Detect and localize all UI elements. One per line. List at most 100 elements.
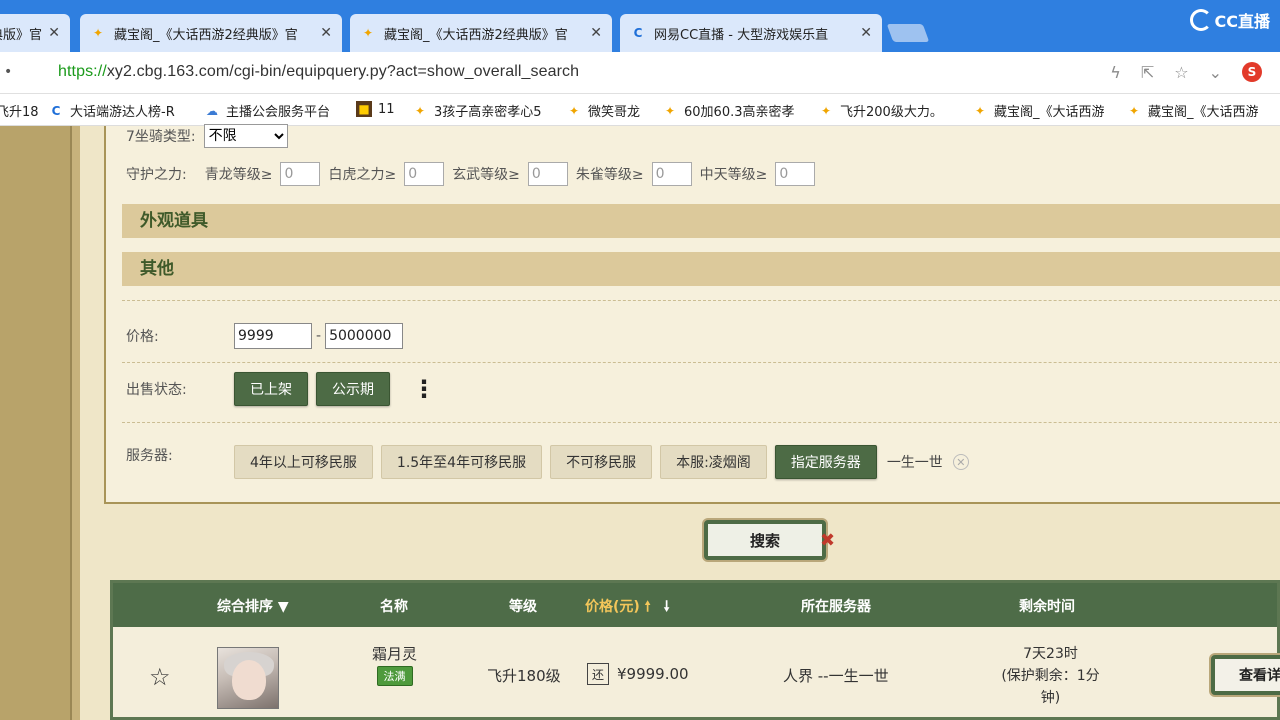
zhuque-input[interactable] — [651, 162, 692, 186]
server-header: 所在服务器 — [801, 599, 871, 615]
bookmarks-bar: 飞升18 C 大话端游达人榜-R ☁ 主播公会服务平台 ■ 11 ✦ 3孩子高亲密孝心5… — [0, 94, 1280, 126]
arrow-up-icon[interactable]: 🠕 — [645, 599, 651, 615]
xuanwu-input[interactable] — [527, 162, 568, 186]
item-level: 飞升180级 — [487, 667, 561, 685]
guard-power-label: 守护之力: — [126, 167, 187, 183]
favorite-star-icon[interactable]: ☆ — [149, 663, 171, 691]
chick-icon: ✦ — [1128, 103, 1140, 118]
bookmark-9[interactable]: ✦ 藏宝阁_《大话西游 — [1126, 101, 1259, 121]
browser-tab-2[interactable]: ✦ 藏宝阁_《大话西游2经典版》官 ✕ — [350, 14, 612, 52]
sort-header[interactable]: 综合排序 ▼ — [217, 596, 289, 616]
bookmark-6[interactable]: ✦ 60加60.3高亲密孝 — [662, 101, 795, 121]
chick-icon: ✦ — [664, 103, 676, 118]
bookmark-4[interactable]: ✦ 3孩子高亲密孝心5 — [412, 101, 542, 121]
server-option-no-migrate[interactable]: 不可移民服 — [550, 445, 653, 479]
bookmark-label: 藏宝阁_《大话西游 — [1148, 105, 1259, 120]
chick-icon: ✦ — [820, 103, 832, 118]
more-icon[interactable]: ⋮ — [412, 375, 436, 403]
bookmark-label: 藏宝阁_《大话西游 — [994, 105, 1105, 120]
xuanwu-label: 玄武等级≥ — [452, 167, 520, 183]
browser-tab-0[interactable]: 典版》官 ✕ — [0, 14, 70, 52]
tab-title: 典版》官 — [0, 27, 43, 43]
url-field[interactable]: https://xy2.cbg.163.com/cgi-bin/equipque… — [58, 63, 579, 81]
qinglong-label: 青龙等级≥ — [204, 167, 273, 183]
bookmark-label: 11 — [378, 101, 395, 117]
section-appearance[interactable]: 外观道具 — [122, 204, 1280, 238]
close-icon[interactable]: ✕ — [860, 25, 872, 41]
mount-type-select[interactable]: 不限 — [203, 124, 288, 148]
haggle-icon[interactable]: 还 — [587, 663, 609, 685]
item-badge: 法满 — [376, 666, 413, 686]
cc-logo-icon — [1189, 9, 1212, 31]
mount-type-label: 7坐骑类型: — [126, 129, 196, 145]
bookmark-label: 飞升18 — [0, 105, 39, 120]
clear-server-icon[interactable]: ✕ — [952, 454, 969, 470]
nav-dot-icon[interactable]: • — [4, 64, 12, 80]
status-listed-button[interactable]: 已上架 — [234, 372, 308, 406]
bookmark-1[interactable]: C 大话端游达人榜-R — [48, 101, 175, 121]
server-option-local[interactable]: 本服:凌烟阁 — [660, 445, 767, 479]
section-other[interactable]: 其他 — [122, 252, 1280, 286]
price-header[interactable]: 价格(元) 🠕 🠗 — [585, 596, 670, 620]
baihu-label: 白虎之力≥ — [328, 167, 397, 183]
view-details-button[interactable]: 查看详情 — [1211, 655, 1280, 695]
bookmark-5[interactable]: ✦ 微笑哥龙 — [566, 101, 640, 121]
sale-status-label: 出售状态: — [126, 382, 187, 398]
server-option-1-5yr[interactable]: 1.5年至4年可移民服 — [380, 445, 543, 479]
item-name[interactable]: 霜月灵 — [372, 643, 417, 664]
cursor-icon: ✖ — [820, 530, 836, 551]
qinglong-input[interactable] — [280, 162, 321, 186]
browser-tabbar: 典版》官 ✕ ✦ 藏宝阁_《大话西游2经典版》官 ✕ ✦ 藏宝阁_《大话西游2经… — [0, 0, 1280, 52]
zhongtian-input[interactable] — [775, 162, 816, 186]
cc-icon: C — [633, 26, 643, 40]
close-icon[interactable]: ✕ — [590, 25, 602, 41]
mount-type-row: 7坐骑类型: 不限 — [126, 124, 288, 148]
server-option-4yr[interactable]: 4年以上可移民服 — [234, 445, 373, 479]
close-icon[interactable]: ✕ — [320, 25, 332, 41]
left-decor-panel — [0, 126, 72, 720]
share-icon[interactable]: ⇱ — [1141, 63, 1154, 82]
bookmark-8[interactable]: ✦ 藏宝阁_《大话西游 — [972, 101, 1105, 121]
bookmark-0[interactable]: 飞升18 — [0, 101, 39, 120]
bookmark-3[interactable]: ■ 11 — [356, 101, 395, 117]
address-bar: • https://xy2.cbg.163.com/cgi-bin/equipq… — [0, 52, 1280, 94]
price-max-input[interactable] — [325, 323, 404, 349]
price-row: 价格: - — [126, 323, 404, 349]
divider — [122, 422, 1280, 423]
sogou-icon[interactable]: S — [1242, 62, 1262, 82]
bookmark-label: 大话端游达人榜-R — [70, 105, 175, 120]
arrow-down-icon[interactable]: 🠗 — [664, 599, 670, 615]
cloud-icon: ☁ — [206, 103, 218, 118]
bookmark-7[interactable]: ✦ 飞升200级大力。 — [818, 101, 943, 121]
browser-tab-1[interactable]: ✦ 藏宝阁_《大话西游2经典版》官 ✕ — [80, 14, 342, 52]
bookmark-label: 60加60.3高亲密孝 — [684, 105, 795, 120]
url-scheme: https:// — [58, 63, 107, 80]
bookmark-2[interactable]: ☁ 主播公会服务平台 — [204, 101, 330, 121]
new-tab-button[interactable] — [886, 24, 930, 42]
item-server: 人界 --一生一世 — [783, 667, 889, 685]
avatar[interactable] — [217, 647, 279, 709]
close-icon[interactable]: ✕ — [48, 25, 60, 41]
tab-title: 藏宝阁_《大话西游2经典版》官 — [114, 27, 298, 43]
table-row: ☆ 霜月灵 法满 飞升180级 还 ¥9999.00 人界 --一生一世 7天2… — [113, 627, 1280, 720]
status-public-button[interactable]: 公示期 — [316, 372, 390, 406]
item-badge-wrap: 法满 — [372, 666, 417, 686]
bookmark-star-icon[interactable]: ☆ — [1174, 63, 1188, 82]
browser-tab-3[interactable]: C 网易CC直播 - 大型游戏娱乐直 ✕ — [620, 14, 882, 52]
item-remaining: 7天23时 (保护剩余：1分 钟) — [993, 643, 1108, 709]
bookmark-label: 3孩子高亲密孝心5 — [434, 105, 542, 120]
search-button[interactable]: 搜索 — [704, 520, 826, 560]
remaining-header: 剩余时间 — [1019, 599, 1075, 615]
item-price: ¥9999.00 — [617, 665, 689, 683]
remaining-time: 7天23时 — [1023, 646, 1078, 662]
baihu-input[interactable] — [404, 162, 445, 186]
sort-header-label: 综合排序 — [217, 599, 273, 615]
page-body: 7坐骑类型: 不限 守护之力: 青龙等级≥ 白虎之力≥ 玄武等级≥ 朱雀等级≥ … — [0, 124, 1280, 720]
lightning-icon[interactable]: ϟ — [1110, 63, 1121, 82]
server-option-specific[interactable]: 指定服务器 — [774, 445, 877, 479]
chevron-down-icon[interactable]: ⌄ — [1209, 63, 1222, 82]
bookmark-label: 飞升200级大力。 — [840, 105, 943, 120]
price-min-input[interactable] — [234, 323, 312, 349]
chick-icon: ✦ — [974, 103, 986, 118]
avatar-face — [232, 660, 266, 700]
